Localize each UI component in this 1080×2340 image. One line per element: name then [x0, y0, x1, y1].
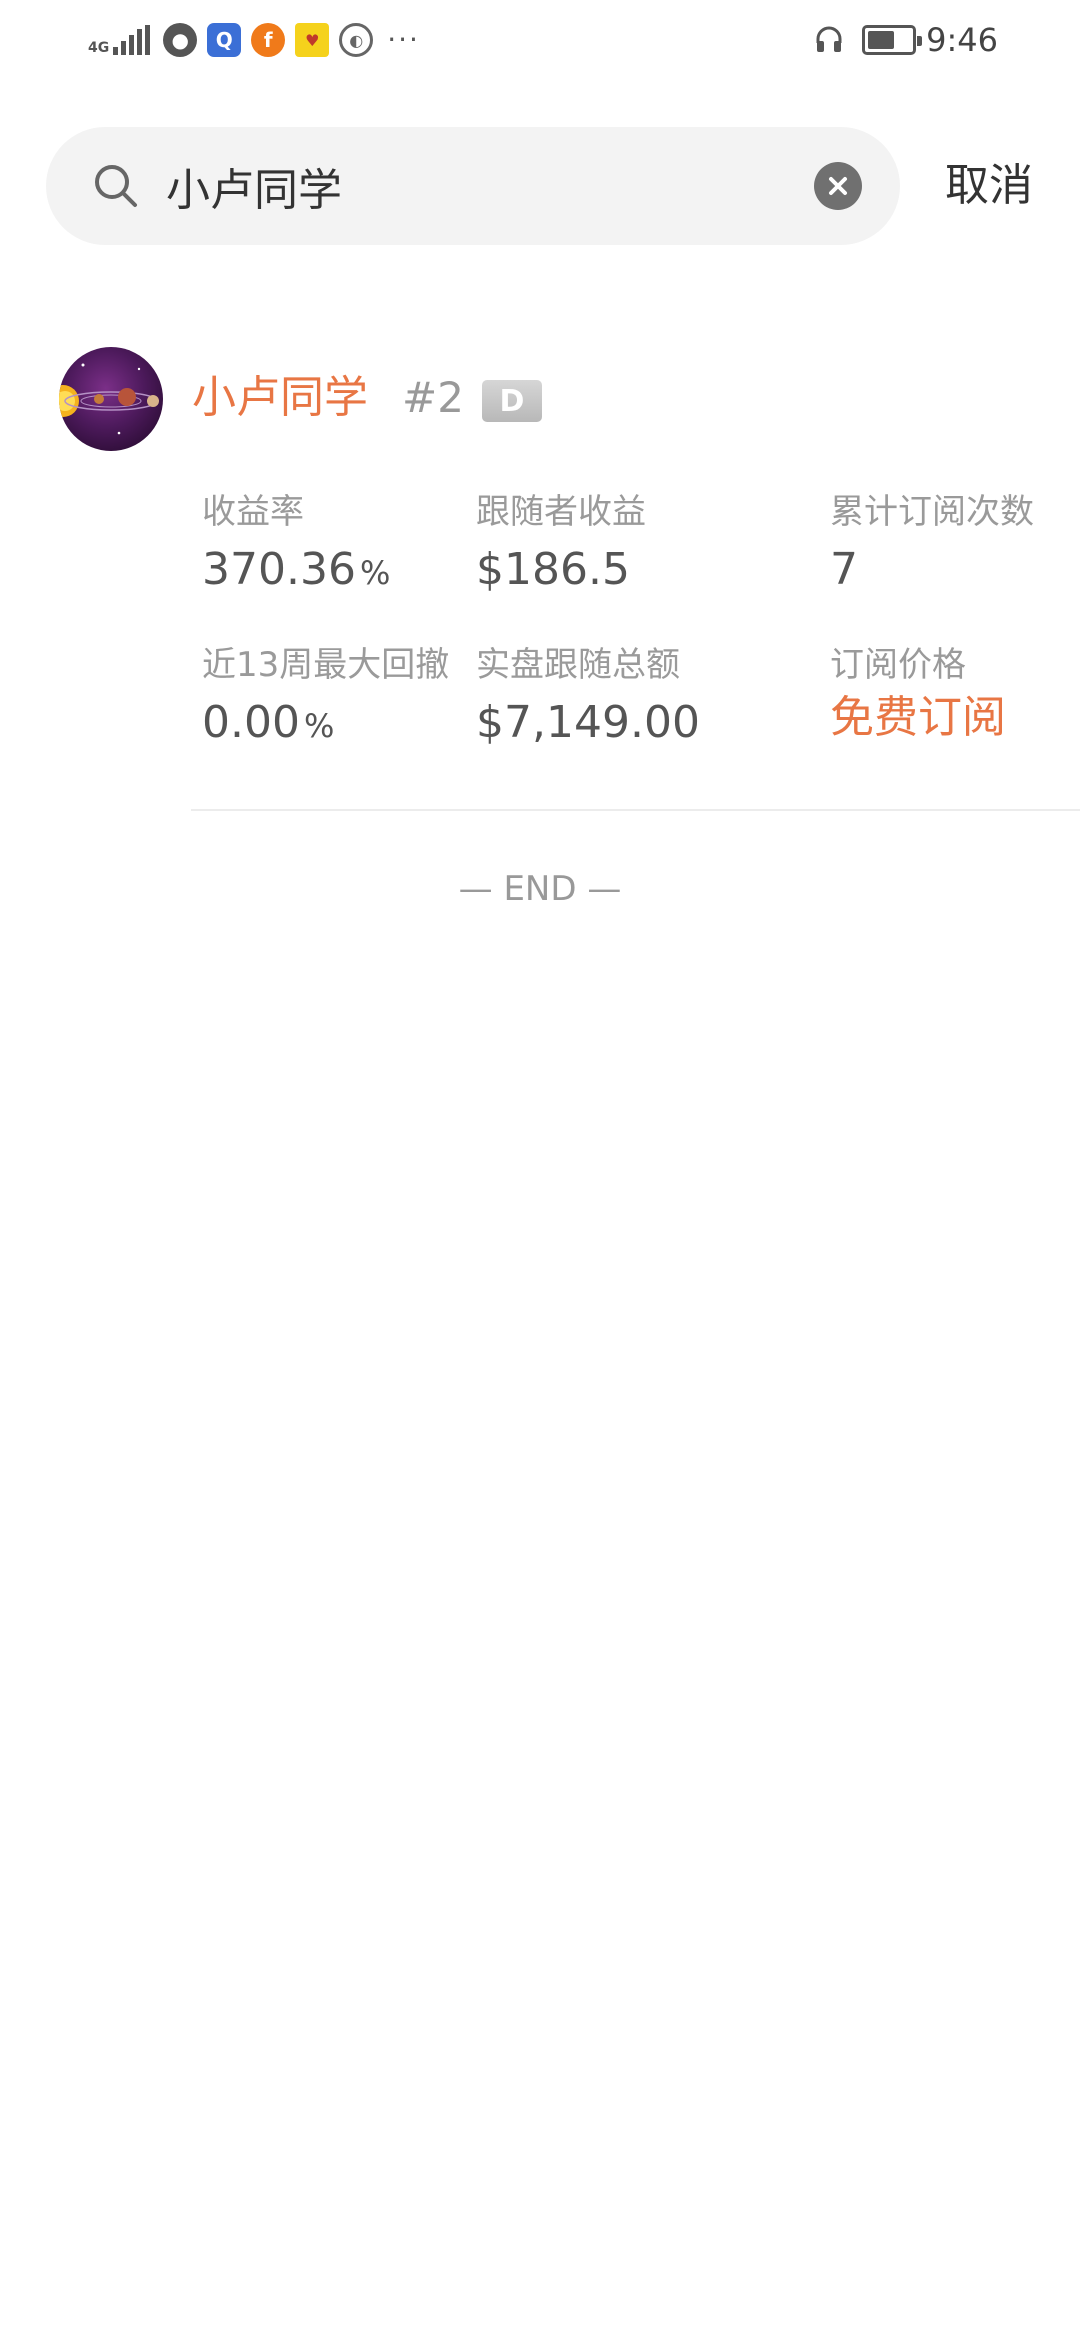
follower-profit-label: 跟随者收益: [476, 492, 646, 532]
trader-name[interactable]: 小卢同学: [192, 368, 368, 428]
status-bar-left: 4G ● Q f ♥ ◐ ···: [88, 18, 420, 62]
world-app-icon: ◐: [339, 23, 374, 57]
flash-app-icon: f: [251, 23, 286, 57]
search-icon: [95, 165, 137, 207]
follower-profit-value: $186.5: [476, 544, 630, 595]
follow-total-label: 实盘跟随总额: [476, 645, 680, 685]
status-bar-right: 9:46: [814, 18, 998, 62]
return-rate-value: 370.36%: [202, 544, 391, 595]
clock: 9:46: [926, 21, 998, 59]
trader-rank: #2: [402, 373, 464, 422]
free-subscribe-button[interactable]: 免费订阅: [830, 688, 1006, 748]
search-bar[interactable]: [46, 127, 900, 245]
return-rate-label: 收益率: [202, 492, 304, 532]
end-of-list-text: — END —: [458, 869, 622, 909]
browser-app-icon: Q: [207, 23, 242, 57]
subscriptions-label: 累计订阅次数: [830, 492, 1034, 532]
clear-search-button[interactable]: [814, 162, 862, 210]
avatar-image: [59, 363, 159, 435]
network-type-label: 4G: [88, 40, 110, 56]
max-drawdown-value: 0.00%: [202, 697, 335, 748]
globe-app-icon: ●: [163, 23, 198, 57]
status-bar: 4G ● Q f ♥ ◐ ··· 9:46: [0, 0, 1080, 80]
divider: [191, 809, 1080, 811]
battery-icon: [862, 25, 923, 55]
avatar[interactable]: [59, 347, 163, 451]
subscription-price-label: 订阅价格: [830, 645, 966, 685]
close-icon: [829, 177, 847, 195]
more-notifications-icon: ···: [387, 23, 420, 56]
game-app-icon: ♥: [295, 23, 330, 57]
headset-icon: [816, 26, 842, 52]
grade-badge: D: [482, 380, 542, 422]
signal-icon: 4G: [88, 25, 153, 55]
follow-total-value: $7,149.00: [476, 697, 700, 748]
search-input[interactable]: [166, 151, 726, 221]
cancel-button[interactable]: 取消: [945, 150, 1045, 222]
max-drawdown-label: 近13周最大回撤: [202, 645, 450, 685]
subscriptions-value: 7: [830, 544, 858, 595]
